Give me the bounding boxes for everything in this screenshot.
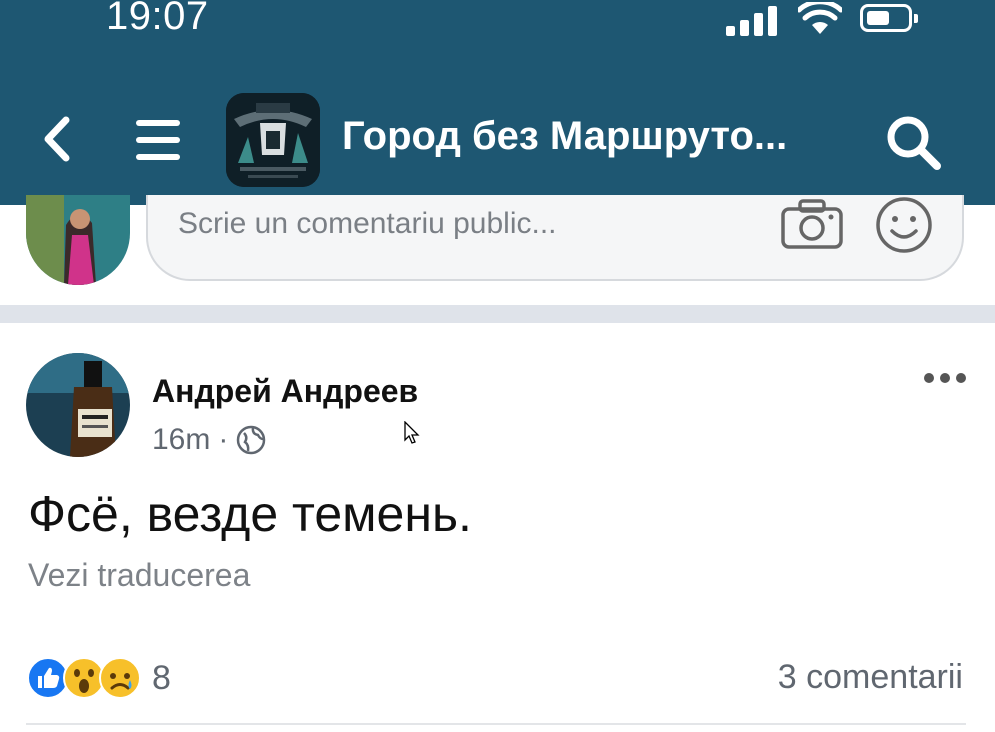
meta-separator: · <box>218 423 229 456</box>
back-button[interactable] <box>34 110 82 168</box>
see-translation-link[interactable]: Vezi traducerea <box>28 557 250 594</box>
post-meta: 16m · <box>152 423 266 457</box>
top-app-bar: 19:07 Город без Маршруто... <box>0 0 995 205</box>
post-text: Фсё, везде темень. <box>28 486 472 542</box>
comment-input[interactable]: Scrie un comentariu public... <box>146 195 964 281</box>
post-more-options-button[interactable] <box>920 363 970 393</box>
mouse-cursor-icon <box>404 421 420 444</box>
cellular-signal-icon <box>726 4 778 36</box>
status-time: 19:07 <box>106 0 209 38</box>
group-title[interactable]: Город без Маршруто... <box>342 114 787 159</box>
group-logo[interactable] <box>226 93 320 187</box>
smiley-icon[interactable] <box>874 195 934 255</box>
camera-icon[interactable] <box>780 197 844 251</box>
menu-button[interactable] <box>132 116 184 164</box>
comments-count-link[interactable]: 3 comentarii <box>778 658 963 697</box>
reactions-summary[interactable]: 8 <box>26 653 171 703</box>
comment-composer: Scrie un comentariu public... <box>0 195 995 305</box>
my-avatar <box>26 195 130 285</box>
comment-placeholder: Scrie un comentariu public... <box>178 207 557 240</box>
post-time[interactable]: 16m <box>152 423 210 457</box>
section-divider <box>0 305 995 323</box>
author-avatar[interactable] <box>26 353 130 457</box>
author-name[interactable]: Андрей Андреев <box>152 373 418 410</box>
group-logo-image <box>226 93 320 187</box>
sad-icon <box>99 657 141 699</box>
globe-icon <box>237 425 266 455</box>
wifi-icon <box>798 2 842 34</box>
search-icon[interactable] <box>883 112 943 172</box>
reaction-count: 8 <box>152 658 171 697</box>
post-footer-divider <box>26 723 966 725</box>
battery-icon <box>860 4 918 32</box>
post-card: Андрей Андреев 16m · Фсё, везде темень. … <box>0 323 995 732</box>
